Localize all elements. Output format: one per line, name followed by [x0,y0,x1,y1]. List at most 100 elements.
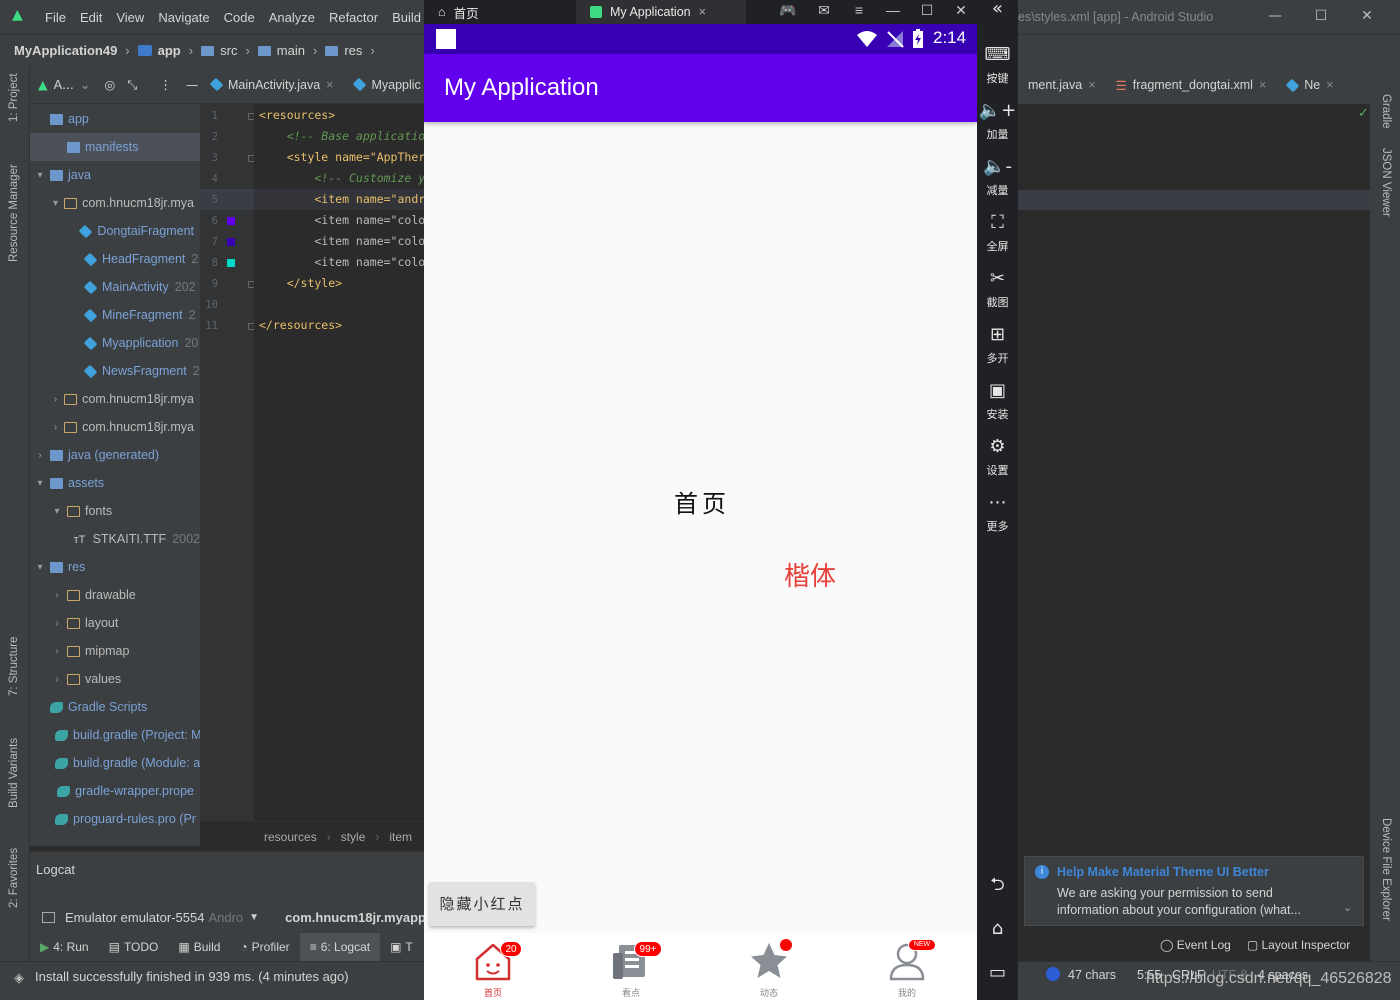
tree-item[interactable]: ▾ res [30,553,200,581]
tab-myapplication[interactable]: Myapplic [343,66,424,103]
nav-item-news[interactable]: 99+ 看点 [562,933,700,1000]
close-icon[interactable]: ✕ [1350,4,1384,28]
chevron-down-icon[interactable]: ⌄ [1343,901,1352,914]
tree-item[interactable]: gradle-wrapper.prope [30,777,200,805]
menu-code[interactable]: Code [217,10,262,25]
target-icon[interactable]: ◎ [104,77,115,92]
expand-arrow-icon[interactable]: › [51,590,63,601]
device-selector[interactable]: Emulator emulator-5554 [65,910,204,925]
code-line[interactable]: <!-- Base applicatio [259,129,424,143]
tree-item[interactable]: HeadFragment 2 [30,245,200,273]
expand-arrow-icon[interactable]: › [34,450,46,461]
toolbar-install-apk-button[interactable]: ▣ 安装 [977,376,1018,432]
toolbar-volume-up-button[interactable]: 🔈+ 加量 [977,96,1018,152]
color-swatch-icon[interactable] [227,259,235,267]
tool-profiler[interactable]: ◔ Profiler [230,940,299,954]
code-line[interactable]: <resources> [259,108,335,122]
tree-item[interactable]: MineFragment 2 [30,301,200,329]
expand-arrow-icon[interactable]: › [51,422,60,433]
home-button[interactable]: ⌂ [977,914,1018,944]
tree-item[interactable]: manifests [30,133,200,161]
close-tab-icon[interactable]: × [1326,78,1333,92]
expand-arrow-icon[interactable]: ▾ [34,170,46,181]
expand-arrow-icon[interactable]: ▾ [51,506,63,517]
tree-item[interactable]: DongtaiFragment [30,217,200,245]
menu-refactor[interactable]: Refactor [322,10,385,25]
tool-layout-inspector[interactable]: ▢ Layout Inspector [1247,938,1350,952]
tool-event-log[interactable]: ◯ Event Log [1160,938,1231,952]
tree-item[interactable]: proguard-rules.pro (Pr [30,805,200,833]
code-crumb-item[interactable]: item [389,830,412,844]
code-line[interactable]: </resources> [259,318,342,332]
tool-run[interactable]: ▶ 4: Run [30,940,99,954]
tree-item[interactable]: Myapplication 20 [30,329,200,357]
code-crumb-resources[interactable]: resources [264,830,317,844]
notification-popup[interactable]: i Help Make Material Theme UI Better We … [1024,856,1364,926]
emulator-tab-app[interactable]: My Application × [576,0,746,24]
expand-arrow-icon[interactable]: › [51,618,63,629]
emulator-tab-home[interactable]: ⌂ 首页 [424,0,576,24]
gamepad-icon[interactable]: 🎮 [770,0,806,20]
tool-build[interactable]: ▦ Build [168,940,230,954]
nav-item-home[interactable]: 20 首页 [424,933,562,1000]
tree-item[interactable]: ▾ com.hnucm18jr.mya [30,189,200,217]
expand-arrow-icon[interactable]: ▾ [51,198,60,209]
close-icon[interactable]: ✕ [944,0,978,20]
breadcrumb-main[interactable]: main [257,43,305,58]
maximize-icon[interactable]: ☐ [1304,4,1338,28]
tree-item[interactable]: NewsFragment 2 [30,357,200,385]
project-view-selector[interactable]: A... [54,77,74,92]
maximize-icon[interactable]: ☐ [910,0,944,20]
code-line[interactable]: <item name="colo [259,234,424,248]
tab-fragment-dongtai[interactable]: ☰ fragment_dongtai.xml × [1106,66,1277,104]
tool-tab-json-viewer[interactable]: JSON Viewer [1380,148,1392,217]
toolbar-multi-instance-button[interactable]: ⊞ 多开 [977,320,1018,376]
tool-tab-resource-manager[interactable]: Resource Manager [8,164,20,262]
color-swatch-icon[interactable] [227,217,235,225]
menu-file[interactable]: File [38,10,73,25]
toolbar-keymap-button[interactable]: ⌨ 按键 [977,40,1018,96]
tool-todo[interactable]: ▤ TODO [99,940,169,954]
toolbar-fullscreen-button[interactable]: ⛶ 全屏 [977,208,1018,264]
chevron-down-icon[interactable]: ▼ [249,912,259,923]
code-line[interactable]: <item name="andr [259,192,424,206]
hide-panel-icon[interactable]: — [186,77,199,92]
tree-item[interactable]: › drawable [30,581,200,609]
back-button[interactable]: ⮌ [977,870,1018,900]
tool-logcat[interactable]: ≡ 6: Logcat [299,933,381,961]
tree-item[interactable]: › values [30,665,200,693]
collapse-icon[interactable]: ⤡ [127,77,137,93]
tab-mainactivity[interactable]: MainActivity.java × [200,66,343,103]
code-editor[interactable]: <resources> <!-- Base applicatio <style … [254,104,424,821]
tree-item[interactable]: › java (generated) [30,441,200,469]
expand-arrow-icon[interactable]: › [51,646,63,657]
expand-arrow-icon[interactable]: ▾ [34,562,46,573]
breadcrumb-src[interactable]: src [201,43,237,58]
code-crumb-style[interactable]: style [341,830,366,844]
package-selector[interactable]: com.hnucm18jr.myapp [285,910,426,925]
menu-navigate[interactable]: Navigate [151,10,216,25]
tab-news[interactable]: Ne × [1276,66,1343,104]
breadcrumb-app[interactable]: app [137,43,181,58]
collapse-toolbar-icon[interactable]: « [977,0,1018,26]
menu-edit[interactable]: Edit [73,10,109,25]
expand-arrow-icon[interactable]: › [51,674,63,685]
tool-tab-favorites[interactable]: 2: Favorites [8,848,20,908]
tab-fragment-java[interactable]: ment.java × [1018,66,1106,104]
tree-item[interactable]: ᴛT STKAITI.TTF 2002 [30,525,200,553]
minimize-icon[interactable]: — [1258,4,1292,28]
tree-item[interactable]: › com.hnucm18jr.mya [30,413,200,441]
tree-item[interactable]: build.gradle (Project: M [30,721,200,749]
close-tab-icon[interactable]: × [1088,78,1095,92]
mail-icon[interactable]: ✉ [806,0,842,20]
tree-item[interactable]: MainActivity 202 [30,273,200,301]
minimize-icon[interactable]: — [876,0,910,20]
breadcrumb-project[interactable]: MyApplication49 [14,43,117,58]
toolbar-settings-button[interactable]: ⚙ 设置 [977,432,1018,488]
close-tab-icon[interactable]: × [326,78,333,92]
menu-build[interactable]: Build [385,10,428,25]
expand-arrow-icon[interactable]: ▾ [34,478,46,489]
expand-arrow-icon[interactable]: › [51,394,60,405]
breadcrumb-res[interactable]: res [325,43,362,58]
tree-item[interactable]: build.gradle (Module: a [30,749,200,777]
